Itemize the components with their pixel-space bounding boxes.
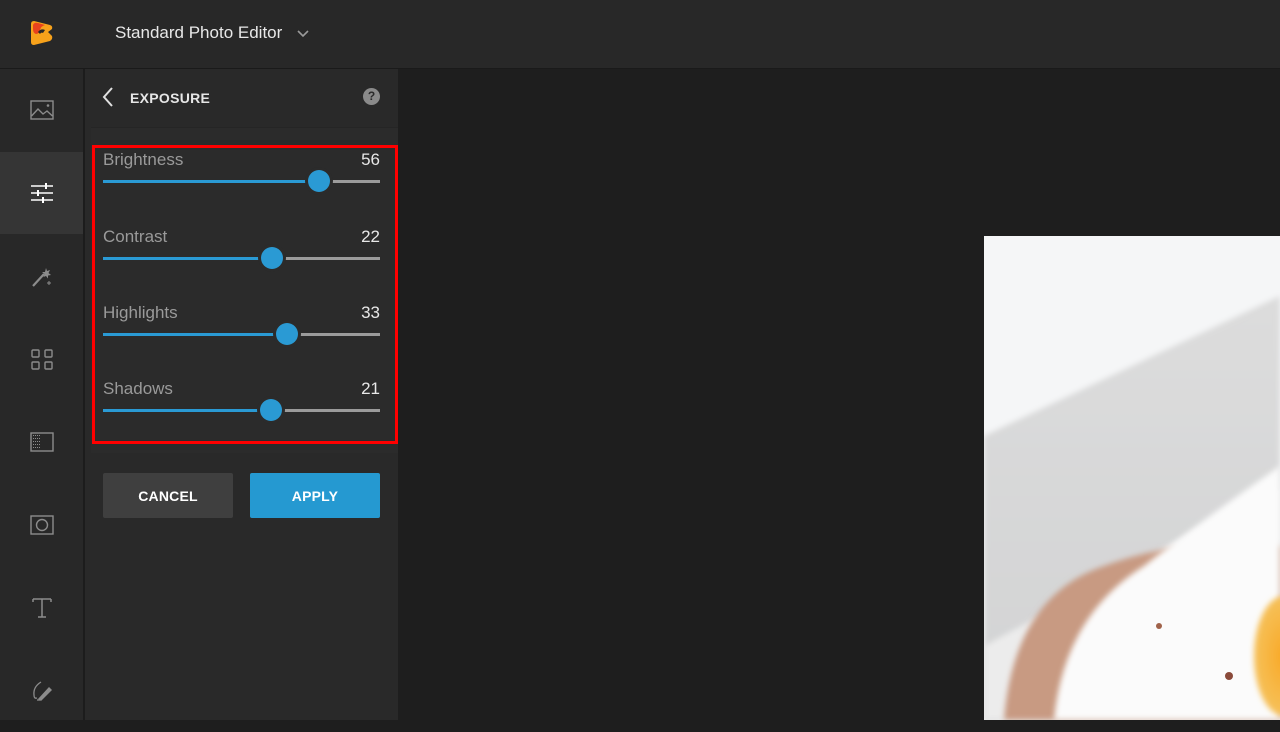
app-logo-icon[interactable] bbox=[28, 20, 54, 46]
cancel-button[interactable]: CANCEL bbox=[103, 473, 233, 518]
nav-item-effects[interactable] bbox=[0, 235, 83, 317]
slider-fill bbox=[103, 180, 308, 183]
slider-remainder bbox=[282, 409, 380, 412]
brightness-slider: Brightness 56 bbox=[103, 150, 380, 210]
slider-fill bbox=[103, 333, 276, 336]
chevron-left-icon[interactable] bbox=[101, 85, 115, 109]
panel-header: EXPOSURE ? bbox=[85, 69, 398, 127]
slider-remainder bbox=[331, 180, 380, 183]
slider-value: 33 bbox=[361, 303, 380, 322]
slider-knob[interactable] bbox=[259, 399, 282, 421]
brush-icon bbox=[32, 681, 52, 701]
nav-item-texture[interactable] bbox=[0, 401, 83, 483]
slider-knob[interactable] bbox=[308, 170, 331, 192]
slider-label: Brightness bbox=[103, 150, 184, 169]
slider-fill bbox=[103, 409, 259, 412]
left-toolbar bbox=[0, 69, 85, 720]
slider-label: Contrast bbox=[103, 227, 168, 246]
help-icon[interactable]: ? bbox=[363, 88, 380, 105]
app-title: Standard Photo Editor bbox=[115, 23, 283, 42]
nav-item-adjust[interactable] bbox=[0, 152, 83, 234]
sliders-icon bbox=[30, 183, 53, 203]
magic-wand-icon bbox=[31, 268, 51, 287]
image-icon bbox=[29, 100, 54, 120]
highlights-slider: Highlights 33 bbox=[103, 303, 380, 363]
shadows-slider: Shadows 21 bbox=[103, 379, 380, 439]
nav-item-frames[interactable] bbox=[0, 484, 83, 566]
top-bar: Standard Photo Editor bbox=[0, 0, 1280, 69]
slider-value: 21 bbox=[361, 379, 380, 398]
nav-item-image[interactable] bbox=[0, 69, 83, 151]
slider-remainder bbox=[283, 257, 380, 260]
grid-icon bbox=[30, 349, 53, 370]
slider-value: 22 bbox=[361, 227, 380, 246]
nav-item-layouts[interactable] bbox=[0, 318, 83, 400]
slider-track[interactable] bbox=[103, 323, 380, 345]
slider-value: 56 bbox=[361, 150, 380, 169]
text-icon bbox=[31, 598, 52, 618]
slider-track[interactable] bbox=[103, 247, 380, 269]
nav-item-text[interactable] bbox=[0, 567, 83, 649]
slider-track[interactable] bbox=[103, 170, 380, 192]
slider-knob[interactable] bbox=[260, 247, 283, 269]
chevron-down-icon bbox=[297, 30, 309, 38]
photo-image bbox=[984, 236, 1280, 720]
slider-track[interactable] bbox=[103, 399, 380, 421]
slider-label: Highlights bbox=[103, 303, 178, 322]
slider-remainder bbox=[299, 333, 380, 336]
contrast-slider: Contrast 22 bbox=[103, 227, 380, 287]
apply-button[interactable]: APPLY bbox=[250, 473, 380, 518]
frame-icon bbox=[29, 515, 54, 535]
slider-fill bbox=[103, 257, 260, 260]
panel-title: EXPOSURE bbox=[130, 90, 211, 106]
slider-label: Shadows bbox=[103, 379, 173, 398]
slider-knob[interactable] bbox=[276, 323, 299, 345]
photo-preview[interactable] bbox=[984, 236, 1280, 720]
texture-icon bbox=[29, 432, 54, 452]
editor-mode-dropdown[interactable]: Standard Photo Editor bbox=[115, 23, 310, 43]
